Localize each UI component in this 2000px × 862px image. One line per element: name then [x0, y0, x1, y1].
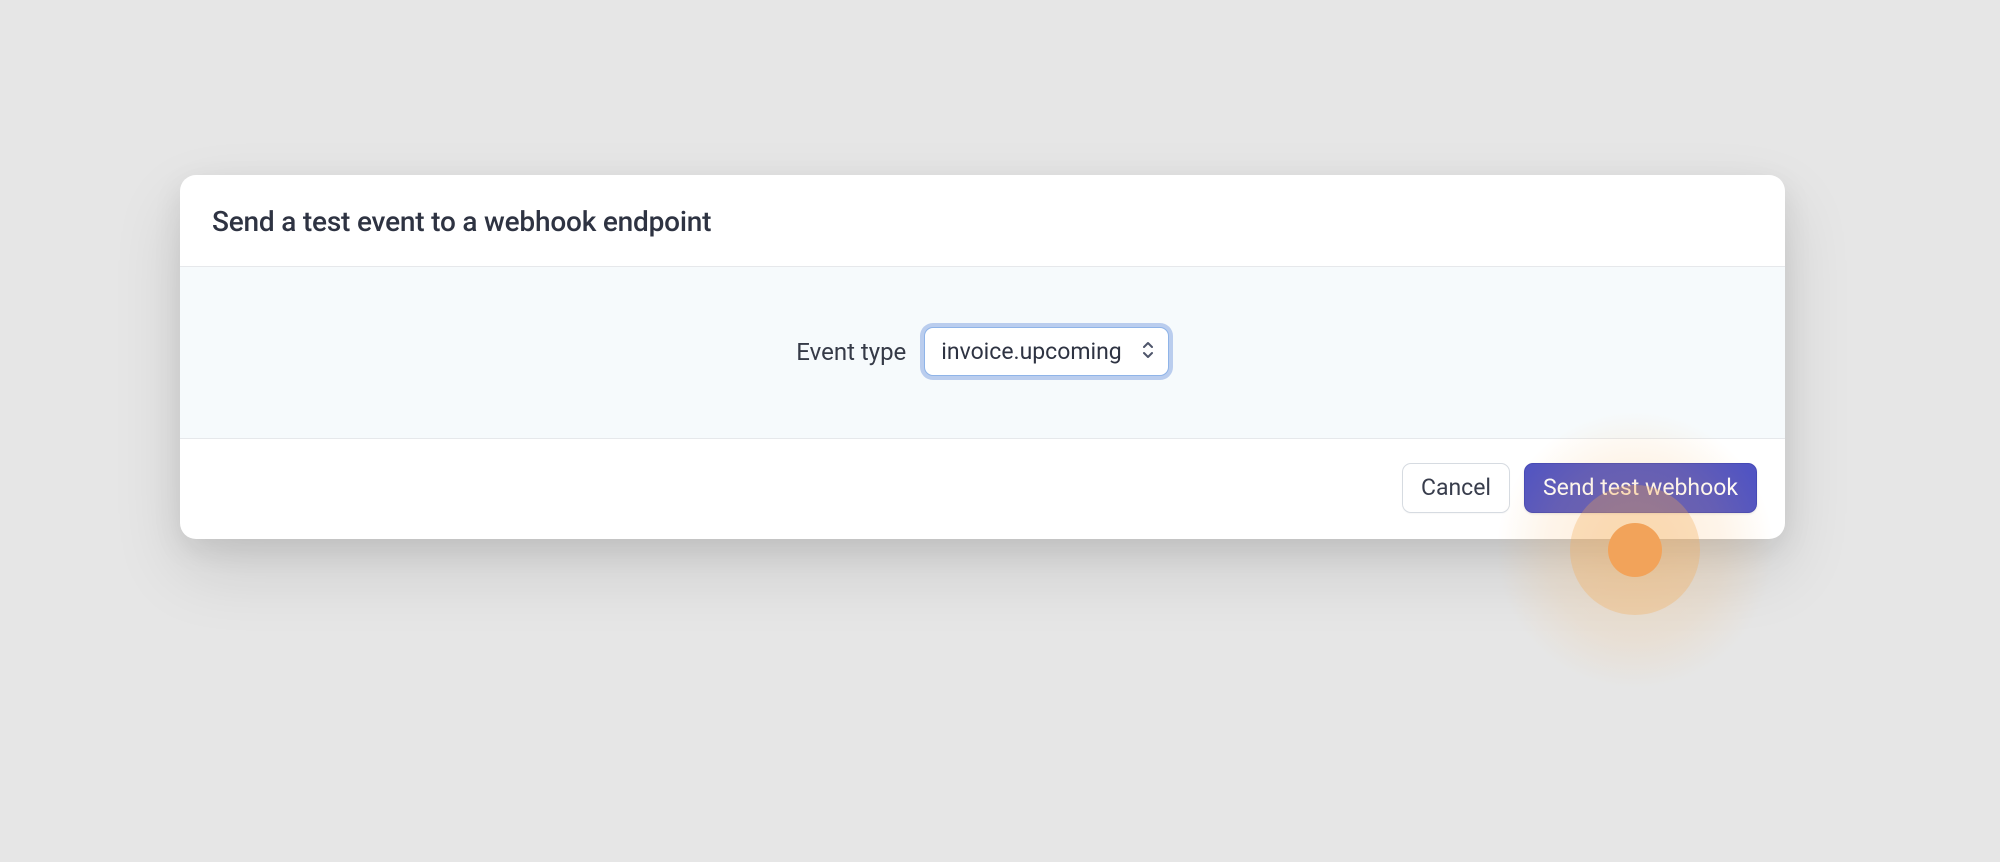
dialog-footer: Cancel Send test webhook [180, 439, 1785, 539]
event-type-select[interactable]: invoice.upcoming [924, 327, 1168, 376]
send-test-event-dialog: Send a test event to a webhook endpoint … [180, 175, 1785, 539]
event-type-select-wrap: invoice.upcoming [924, 327, 1168, 376]
send-test-webhook-button[interactable]: Send test webhook [1524, 463, 1757, 513]
event-type-label: Event type [796, 338, 906, 366]
dialog-header: Send a test event to a webhook endpoint [180, 175, 1785, 267]
dialog-title: Send a test event to a webhook endpoint [212, 205, 1753, 238]
dialog-body: Event type invoice.upcoming [180, 267, 1785, 439]
cancel-button[interactable]: Cancel [1402, 463, 1510, 513]
